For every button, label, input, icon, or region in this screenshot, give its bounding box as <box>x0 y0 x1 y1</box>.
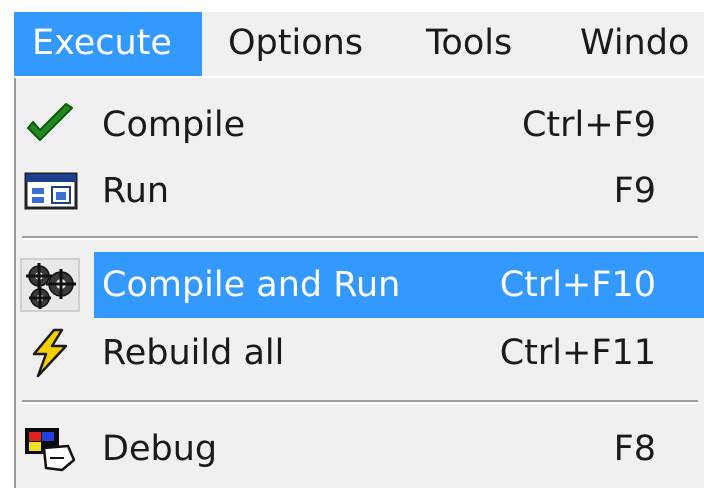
execute-dropdown-menu: Compile Ctrl+F9 Run F9 Compile and Run C… <box>14 78 704 488</box>
menu-item-compile[interactable]: Compile Ctrl+F9 <box>16 92 704 158</box>
menu-item-highlight <box>94 158 704 224</box>
menu-item-label: Debug <box>102 429 218 469</box>
menu-item-debug[interactable]: Debug F8 <box>16 416 704 482</box>
debug-icon <box>25 428 76 472</box>
menu-item-label: Run <box>102 171 170 211</box>
menu-item-shortcut: F9 <box>613 171 656 211</box>
menu-tools[interactable]: Tools <box>426 12 512 76</box>
lightning-icon <box>32 328 68 378</box>
menu-item-shortcut: F8 <box>613 429 656 469</box>
menu-separator <box>22 236 698 240</box>
menu-item-run[interactable]: Run F9 <box>16 158 704 224</box>
menu-options[interactable]: Options <box>228 12 363 76</box>
checkmark-icon <box>27 103 73 141</box>
gears-icon <box>20 258 80 312</box>
menu-separator <box>22 400 698 404</box>
menu-item-label: Compile <box>102 105 246 145</box>
menu-item-compile-and-run[interactable]: Compile and Run Ctrl+F10 <box>16 252 704 318</box>
menu-item-label: Rebuild all <box>102 333 285 373</box>
menu-item-shortcut: Ctrl+F11 <box>499 333 656 373</box>
menu-item-rebuild-all[interactable]: Rebuild all Ctrl+F11 <box>16 320 704 386</box>
run-window-icon <box>24 172 78 210</box>
menu-item-shortcut: Ctrl+F10 <box>499 265 656 305</box>
menu-bar: Execute Options Tools Windo <box>14 12 704 76</box>
menu-item-shortcut: Ctrl+F9 <box>521 105 656 145</box>
menu-execute[interactable]: Execute <box>14 12 202 76</box>
menu-window[interactable]: Windo <box>580 12 689 76</box>
menu-item-label: Compile and Run <box>102 265 401 305</box>
